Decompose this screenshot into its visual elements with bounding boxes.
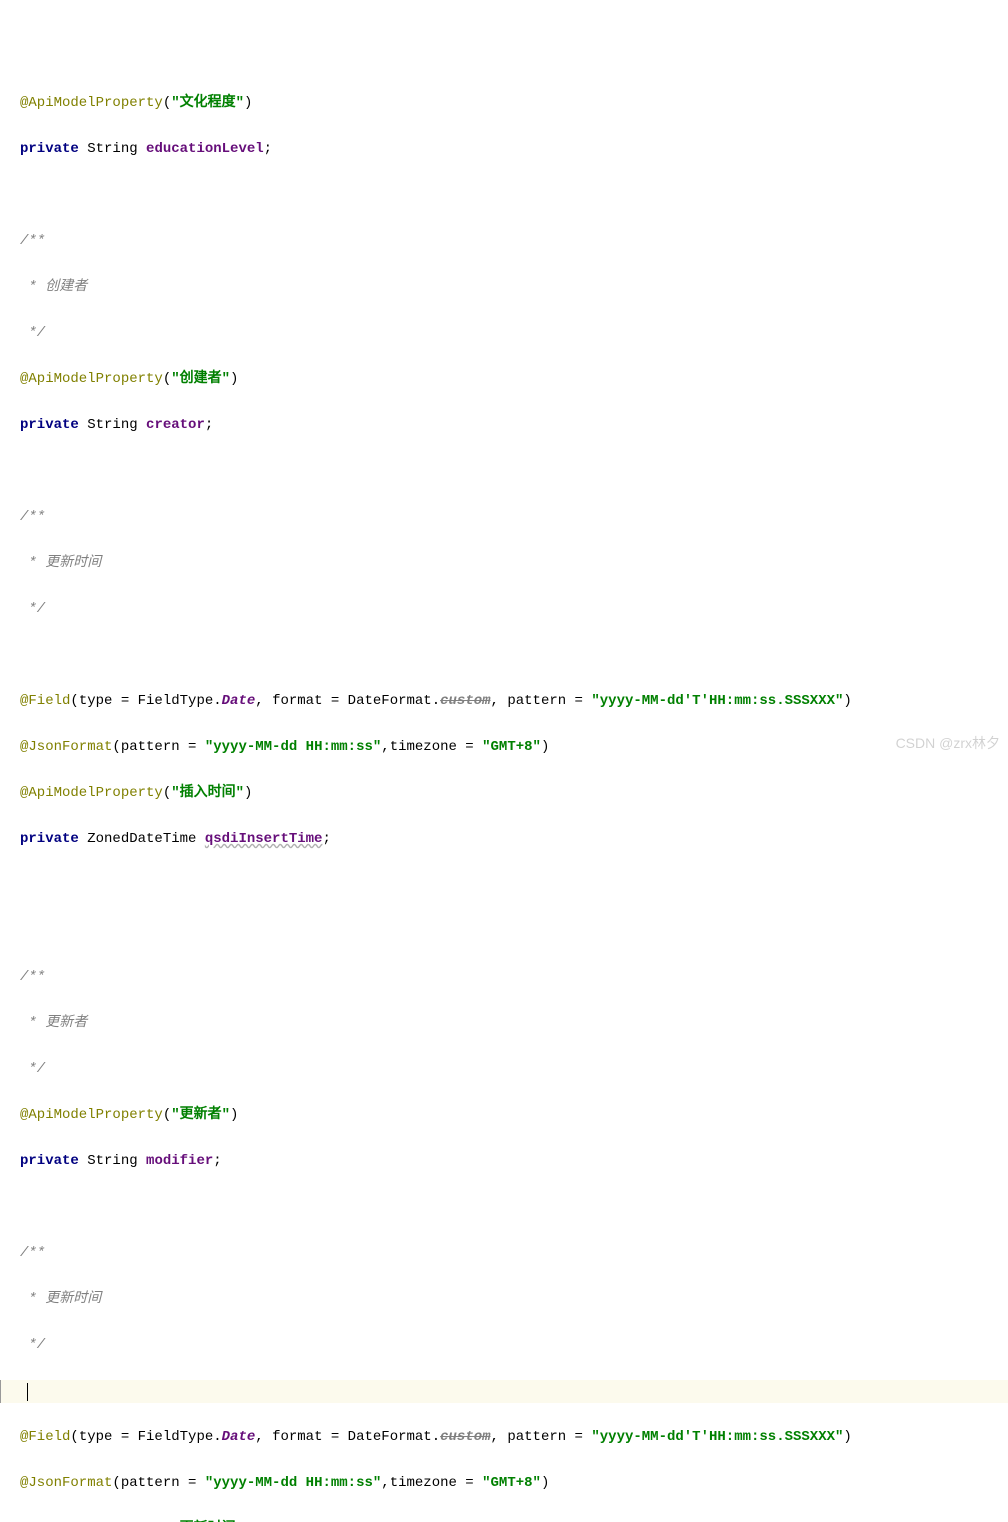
enum-value: Date	[222, 693, 256, 709]
annotation: @ApiModelProperty	[20, 95, 163, 111]
code-line: @JsonFormat(pattern = "yyyy-MM-dd HH:mm:…	[20, 1472, 1008, 1495]
annotation: @ApiModelProperty	[20, 371, 163, 387]
string-literal: 创建者	[180, 371, 222, 387]
string-literal: 插入时间	[180, 785, 236, 801]
field-name: qsdiInsertTime	[205, 831, 323, 847]
code-line: @ApiModelProperty("文化程度")	[20, 92, 1008, 115]
type: String	[87, 417, 137, 433]
string-literal: GMT+8	[491, 739, 533, 755]
code-line: @ApiModelProperty("更新时间")	[20, 1518, 1008, 1522]
annotation: @ApiModelProperty	[20, 1521, 163, 1522]
comment: * 创建者	[20, 276, 1008, 299]
cursor-line[interactable]	[0, 1380, 1008, 1403]
annotation: @ApiModelProperty	[20, 1107, 163, 1123]
string-literal: yyyy-MM-dd HH:mm:ss	[213, 739, 373, 755]
comment: */	[20, 598, 1008, 621]
comment: */	[20, 1334, 1008, 1357]
comment: * 更新时间	[20, 1288, 1008, 1311]
code-line: private String modifier;	[20, 1150, 1008, 1173]
blank-line	[20, 644, 1008, 667]
watermark: CSDN @zrx林夕	[896, 732, 1000, 755]
type: String	[87, 141, 137, 157]
field-name: educationLevel	[146, 141, 264, 157]
field-name: modifier	[146, 1153, 213, 1169]
type: String	[87, 1153, 137, 1169]
comment: * 更新时间	[20, 552, 1008, 575]
comment: /**	[20, 1242, 1008, 1265]
comment: /**	[20, 230, 1008, 253]
annotation: @Field	[20, 693, 70, 709]
annotation: @JsonFormat	[20, 739, 112, 755]
keyword: private	[20, 831, 79, 847]
code-line: private String educationLevel;	[20, 138, 1008, 161]
keyword: private	[20, 141, 79, 157]
blank-line	[20, 460, 1008, 483]
annotation: @ApiModelProperty	[20, 785, 163, 801]
keyword: private	[20, 417, 79, 433]
annotation: @JsonFormat	[20, 1475, 112, 1491]
string-literal: yyyy-MM-dd'T'HH:mm:ss.SSSXXX	[600, 1429, 835, 1445]
comment: /**	[20, 966, 1008, 989]
comment: */	[20, 1058, 1008, 1081]
type: ZonedDateTime	[87, 831, 196, 847]
string-literal: GMT+8	[491, 1475, 533, 1491]
enum-value-strike: custom	[440, 693, 490, 709]
comment: */	[20, 322, 1008, 345]
caret-icon	[27, 1383, 28, 1401]
field-name: creator	[146, 417, 205, 433]
string-literal: 更新时间	[180, 1521, 236, 1522]
string-literal: 更新者	[180, 1107, 222, 1123]
comment: /**	[20, 506, 1008, 529]
code-line: @ApiModelProperty("更新者")	[20, 1104, 1008, 1127]
enum-value: Date	[222, 1429, 256, 1445]
string-literal: 文化程度	[180, 95, 236, 111]
code-line: @Field(type = FieldType.Date, format = D…	[20, 1426, 1008, 1449]
blank-line	[20, 1196, 1008, 1219]
code-line: private ZonedDateTime qsdiInsertTime;	[20, 828, 1008, 851]
enum-value-strike: custom	[440, 1429, 490, 1445]
blank-line	[20, 184, 1008, 207]
string-literal: yyyy-MM-dd HH:mm:ss	[213, 1475, 373, 1491]
code-line: @Field(type = FieldType.Date, format = D…	[20, 690, 1008, 713]
blank-line	[20, 874, 1008, 897]
code-line: @ApiModelProperty("插入时间")	[20, 782, 1008, 805]
code-line: private String creator;	[20, 414, 1008, 437]
annotation: @Field	[20, 1429, 70, 1445]
string-literal: yyyy-MM-dd'T'HH:mm:ss.SSSXXX	[600, 693, 835, 709]
code-line: @JsonFormat(pattern = "yyyy-MM-dd HH:mm:…	[20, 736, 1008, 759]
blank-line	[20, 920, 1008, 943]
code-line: @ApiModelProperty("创建者")	[20, 368, 1008, 391]
keyword: private	[20, 1153, 79, 1169]
comment: * 更新者	[20, 1012, 1008, 1035]
